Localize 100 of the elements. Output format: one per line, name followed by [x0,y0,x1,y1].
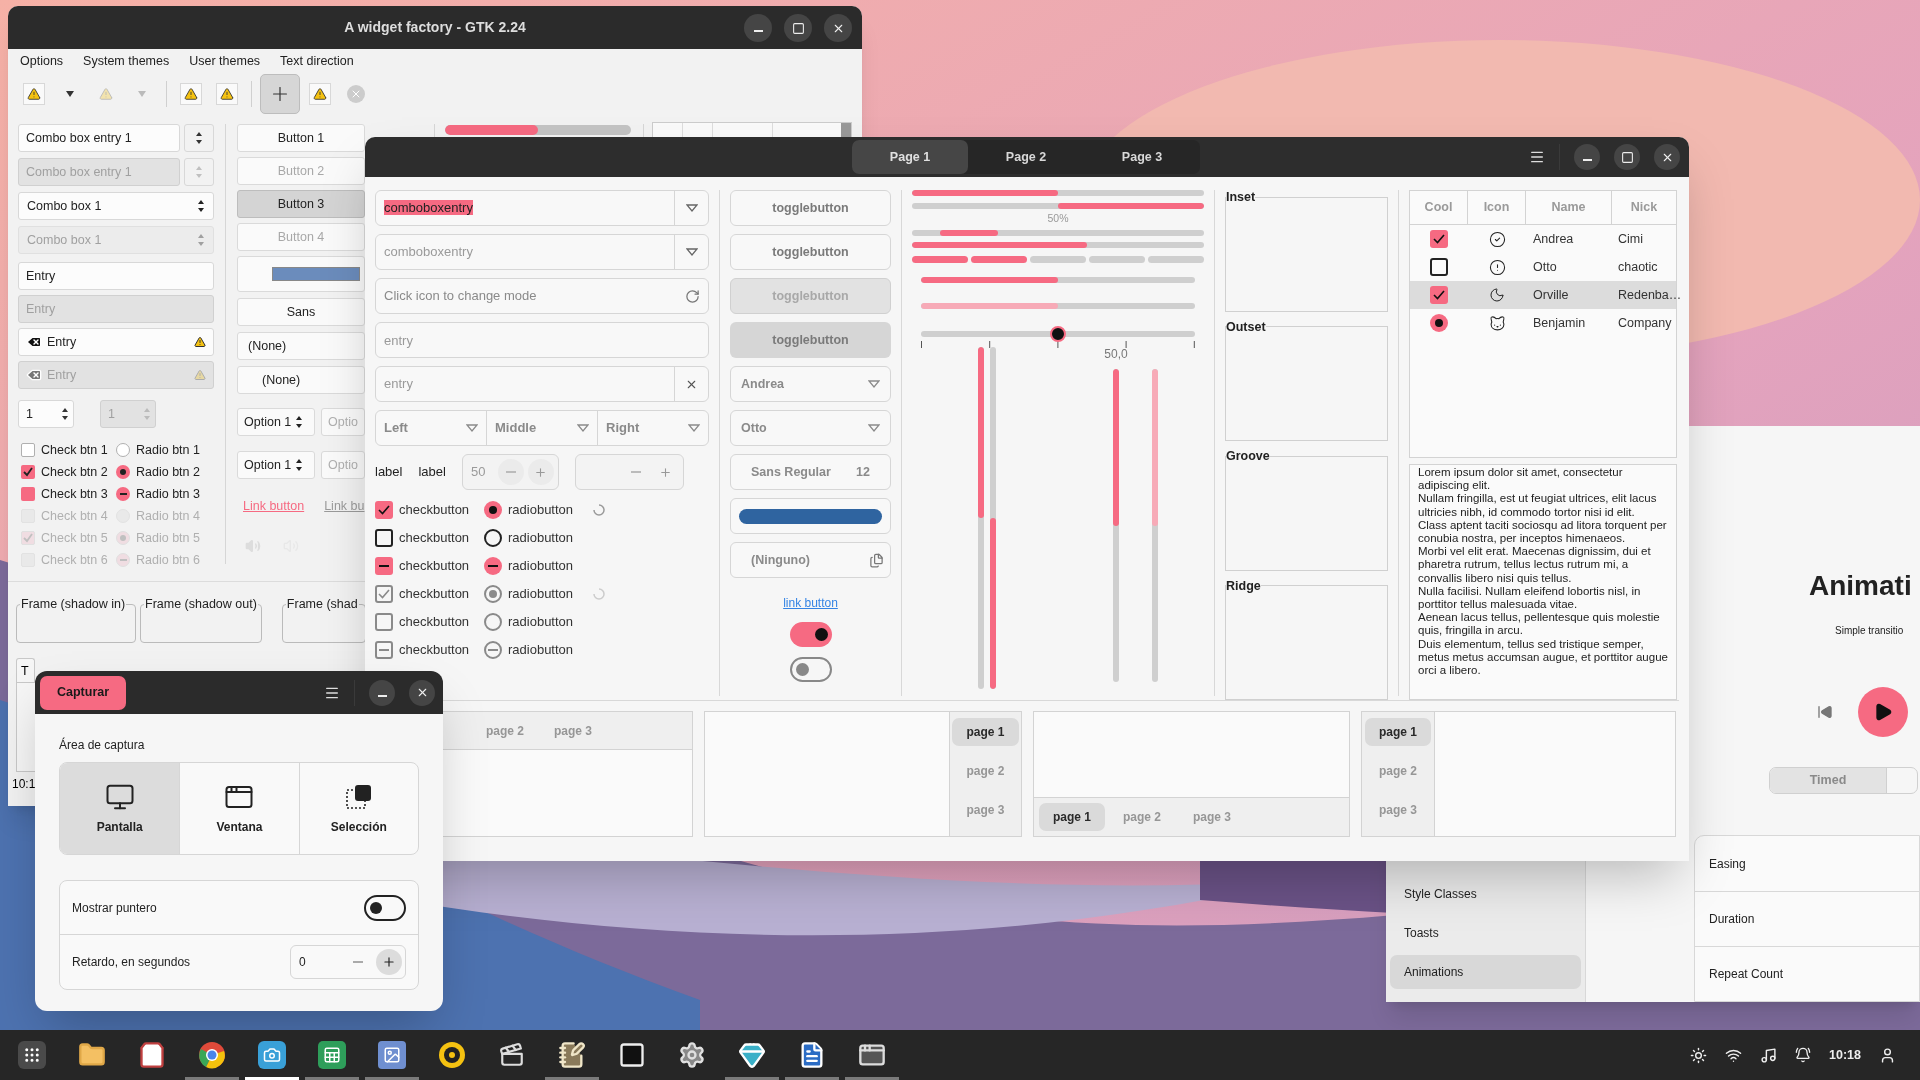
menu-item[interactable]: Options [20,51,64,71]
checkbox[interactable] [1430,258,1448,276]
mode-button[interactable]: Selección [298,763,418,854]
text-field[interactable]: entry [375,366,709,402]
column-header[interactable]: Nick [1612,191,1676,224]
color-button[interactable] [237,256,365,292]
text-field[interactable]: Entry [18,262,214,290]
column-header[interactable]: Icon [1468,191,1526,224]
tab[interactable]: page 3 [1365,796,1431,824]
radio-button[interactable] [1430,314,1448,332]
mode-button[interactable]: Pantalla [60,763,180,854]
checkbox[interactable] [21,443,35,457]
checkbox[interactable] [375,529,393,547]
image-icon[interactable] [378,1041,406,1069]
radio-button[interactable] [116,443,130,457]
diamond-icon[interactable] [738,1041,766,1069]
mode-button[interactable]: Ventana [179,763,299,854]
font-button[interactable]: Sans [237,298,365,326]
maximize-button[interactable] [1614,144,1640,170]
camera-icon[interactable] [258,1041,286,1069]
radio-button[interactable] [484,557,502,575]
push-button[interactable]: Button 1 [237,124,365,152]
tab[interactable]: page 2 [472,716,538,745]
bell-icon[interactable] [1795,1047,1811,1063]
music-icon[interactable] [1760,1046,1777,1064]
gear-icon[interactable] [678,1041,706,1069]
option-menu[interactable]: Option 1 [237,451,315,479]
clapperboard-icon[interactable] [499,1042,525,1068]
dropdown-button[interactable]: Right [597,411,708,445]
play-button[interactable] [1858,687,1908,737]
spin-field[interactable]: 1 [18,400,74,428]
maximize-button[interactable] [784,14,812,42]
text-field[interactable]: entry [375,322,709,358]
checkbox[interactable] [375,557,393,575]
text-field[interactable]: Entry [18,328,214,356]
file-chooser-button[interactable]: (Ninguno) [730,542,891,578]
checkbox[interactable] [375,501,393,519]
switch[interactable] [789,657,832,682]
file-chooser-button[interactable]: (None) [237,366,365,394]
switch[interactable] [789,622,832,647]
plus-button[interactable] [376,949,402,975]
tab[interactable]: page 3 [1179,803,1246,831]
tab[interactable]: Page 1 [852,140,968,174]
user-icon[interactable] [1879,1046,1896,1064]
checkbox[interactable] [1430,286,1448,304]
skip-back-icon[interactable] [1817,704,1833,720]
link[interactable]: Link button [243,497,305,516]
slider-handle[interactable] [1050,326,1066,342]
menu-item[interactable]: User themes [189,51,261,71]
menu-icon[interactable] [1529,149,1545,165]
tab[interactable]: page 1 [1365,718,1431,746]
color-button[interactable] [730,498,891,534]
column-header[interactable]: Cool [1410,191,1468,224]
tab[interactable]: page 1 [952,718,1019,746]
toolbar-button[interactable] [260,74,300,114]
dropdown-button[interactable]: Otto [730,410,891,446]
dropdown-button[interactable] [184,124,214,152]
file-chooser-button[interactable]: (None) [237,332,365,360]
sidebar-item[interactable]: Style Classes [1390,877,1581,911]
dropdown-button[interactable]: Middle [486,411,597,445]
tab[interactable]: T [16,658,35,682]
entry-text[interactable]: comboboxentry [384,200,473,216]
text-view[interactable] [1409,463,1677,700]
minimize-button[interactable] [369,679,395,706]
text-field[interactable]: Click icon to change mode [375,278,709,314]
dropdown-button[interactable]: Left [376,411,486,445]
table-row[interactable]: Andrea Cimi [1410,225,1676,253]
tab[interactable]: page 2 [1365,757,1431,785]
toggle-button[interactable]: Timed [1770,768,1887,793]
menu-item[interactable]: System themes [83,51,170,71]
dropdown-button[interactable]: Andrea [730,366,891,402]
tab[interactable]: Page 3 [1084,140,1200,174]
combo-box[interactable]: Combo box 1 [18,192,214,220]
tab[interactable]: page 2 [1109,803,1176,831]
tab[interactable]: page 2 [952,757,1019,785]
link[interactable]: link button [783,594,838,612]
table-row[interactable]: Benjamin Company [1410,309,1676,337]
app-grid-icon[interactable] [18,1041,46,1069]
close-button[interactable] [409,679,435,706]
segmented-control[interactable]: Timed [1769,767,1918,794]
toggle-button[interactable]: togglebutton [730,190,891,226]
tab[interactable]: page 3 [952,796,1019,824]
toggle-button[interactable]: togglebutton [730,322,891,358]
brightness-icon[interactable] [1690,1046,1707,1064]
radio-button[interactable] [484,529,502,547]
push-button[interactable]: Button 3 [237,190,365,218]
folder-icon[interactable] [78,1041,106,1069]
spin-button[interactable]: 0 [290,945,406,979]
table-row[interactable]: Otto chaotic [1410,253,1676,281]
close-button[interactable] [1654,144,1680,170]
disc-icon[interactable] [438,1041,466,1069]
refresh-icon[interactable] [685,288,700,304]
sidebar-item[interactable]: Animations [1390,955,1581,989]
capture-button[interactable]: Capturar [40,675,127,710]
radio-button[interactable] [116,487,130,501]
checkbox[interactable] [21,487,35,501]
tab[interactable]: Page 2 [968,140,1084,174]
close-button[interactable] [824,14,852,42]
spreadsheet-icon[interactable] [318,1041,346,1069]
sidebar-item[interactable]: Toasts [1390,916,1581,950]
